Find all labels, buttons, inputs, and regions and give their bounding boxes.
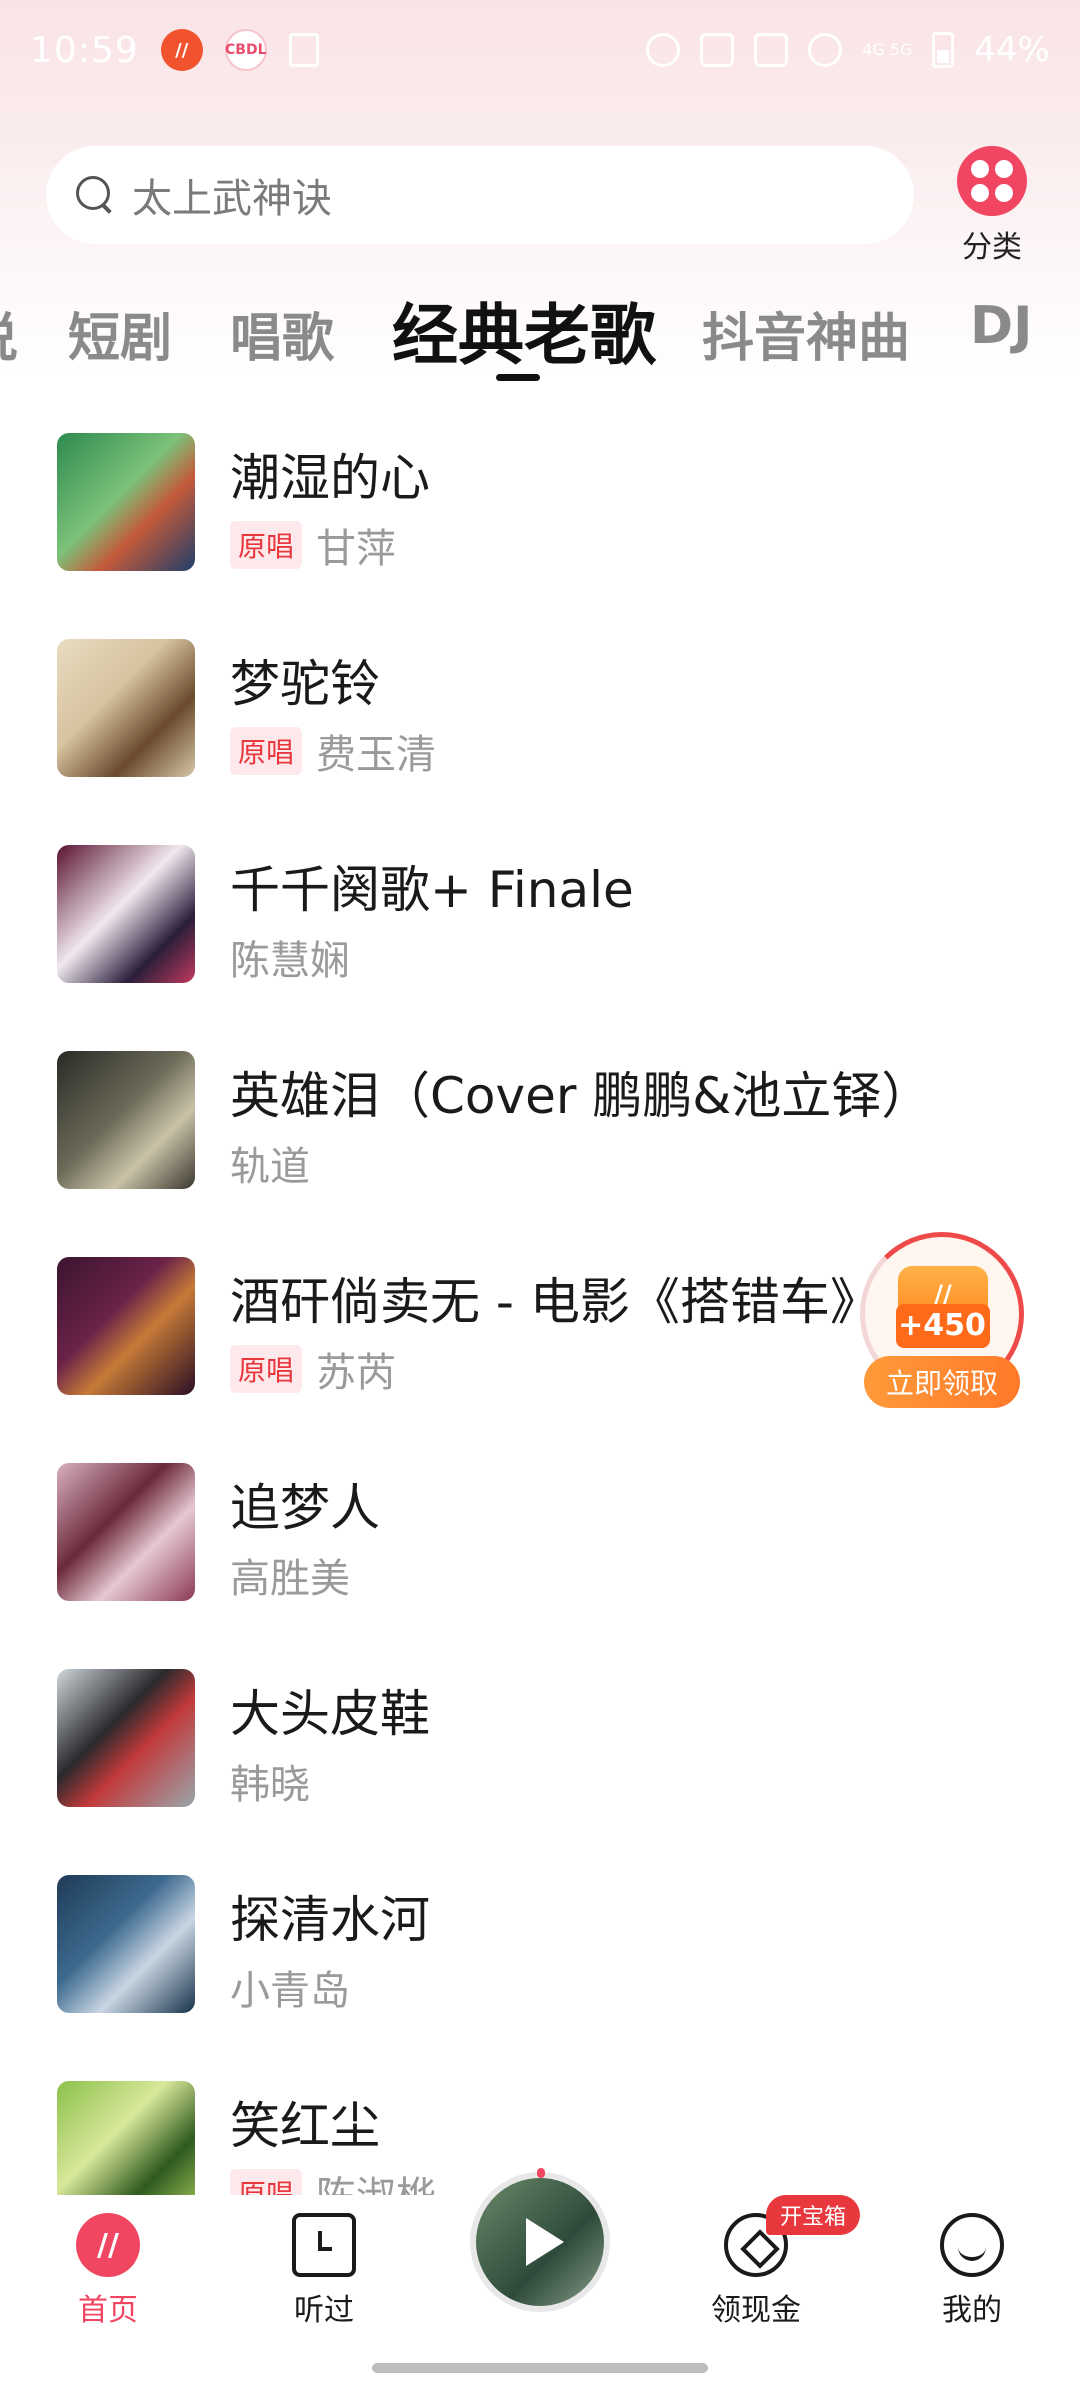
song-title: 千千阕歌+ Finale xyxy=(230,861,634,919)
nav-home[interactable]: // 首页 xyxy=(38,2213,178,2329)
song-meta: 原唱 陈淑桦 xyxy=(230,2164,436,2195)
reward-amount: +450 xyxy=(898,1308,986,1343)
search-input[interactable]: 太上武神诀 xyxy=(46,146,914,244)
song-meta: 原唱 费玉清 xyxy=(230,722,436,780)
tab-classic-oldies[interactable]: 经典老歌 xyxy=(392,282,656,378)
album-cover xyxy=(57,2081,195,2195)
network-type: 4G 5G xyxy=(862,40,913,59)
status-right: 4G 5G 44% xyxy=(646,30,1050,70)
nav-history[interactable]: 听过 xyxy=(254,2213,394,2329)
song-title: 大头皮鞋 xyxy=(230,1685,430,1743)
status-time: 10:59 xyxy=(30,29,139,71)
song-singer: 小青岛 xyxy=(230,1968,350,2014)
album-cover xyxy=(57,1875,195,2013)
home-icon: // xyxy=(76,2213,140,2277)
album-cover xyxy=(57,639,195,777)
tab-douyin-hits[interactable]: 抖音神曲 xyxy=(702,296,910,371)
song-title: 追梦人 xyxy=(230,1479,380,1537)
original-badge: 原唱 xyxy=(230,727,303,775)
song-row[interactable]: 梦驼铃 原唱 费玉清 xyxy=(0,606,1080,812)
tab-singing[interactable]: 唱歌 xyxy=(230,296,334,371)
alarm-icon xyxy=(646,33,681,67)
song-meta: 小青岛 xyxy=(230,1958,350,2016)
song-row[interactable]: 英雄泪（Cover 鹏鹏&池立铎） 轨道 xyxy=(0,1018,1080,1224)
tab-novel[interactable]: 说 xyxy=(0,296,18,371)
status-left: 10:59 // CBDL xyxy=(30,29,319,71)
song-row[interactable]: 大头皮鞋 韩晓 xyxy=(0,1636,1080,1842)
song-singer: 陈淑桦 xyxy=(316,2164,436,2195)
claim-reward-button[interactable]: 立即领取 xyxy=(864,1356,1020,1408)
song-meta: 原唱 甘萍 xyxy=(230,516,396,574)
song-singer: 陈慧娴 xyxy=(230,938,350,984)
reward-widget[interactable]: // +450 立即领取 xyxy=(856,1232,1028,1412)
song-singer: 轨道 xyxy=(230,1144,310,1190)
song-singer: 韩晓 xyxy=(230,1762,310,1808)
home-indicator[interactable] xyxy=(372,2363,708,2373)
battery-percent: 44% xyxy=(974,30,1050,70)
song-meta: 原唱 苏芮 xyxy=(230,1340,396,1398)
search-placeholder: 太上武神诀 xyxy=(132,176,332,222)
original-badge: 原唱 xyxy=(230,2169,303,2195)
song-title: 笑红尘 xyxy=(230,2097,380,2155)
category-button[interactable]: 分类 xyxy=(950,146,1034,266)
play-icon xyxy=(526,2218,564,2266)
shopping-bag-icon xyxy=(288,33,319,67)
song-meta: 韩晓 xyxy=(230,1752,310,1810)
calendar-clock-icon xyxy=(292,2213,356,2277)
album-cover xyxy=(57,1257,195,1395)
active-tab-indicator xyxy=(496,374,540,381)
cbdl-app-notification-icon: CBDL xyxy=(224,29,267,71)
nfc-icon xyxy=(754,33,789,67)
song-meta: 高胜美 xyxy=(230,1546,350,1604)
nav-history-label: 听过 xyxy=(294,2293,354,2328)
song-row[interactable]: 探清水河 小青岛 xyxy=(0,1842,1080,2048)
battery-icon xyxy=(932,32,955,68)
status-bar: 10:59 // CBDL 4G 5G 44% xyxy=(0,0,1080,100)
song-singer: 甘萍 xyxy=(316,526,397,572)
original-badge: 原唱 xyxy=(230,521,303,569)
search-icon xyxy=(76,176,114,214)
tab-short-drama[interactable]: 短剧 xyxy=(68,296,172,371)
song-singer: 苏芮 xyxy=(316,1350,397,1396)
song-row[interactable]: 潮湿的心 原唱 甘萍 xyxy=(0,400,1080,606)
song-title: 潮湿的心 xyxy=(230,449,430,507)
album-cover xyxy=(57,1051,195,1189)
song-row[interactable]: 追梦人 高胜美 xyxy=(0,1430,1080,1636)
wifi-icon xyxy=(808,33,843,67)
now-playing-button[interactable] xyxy=(470,2172,610,2312)
nav-home-label: 首页 xyxy=(78,2293,138,2328)
nav-cash-label: 领现金 xyxy=(711,2293,801,2328)
smile-icon xyxy=(940,2213,1004,2277)
song-singer: 费玉清 xyxy=(316,732,437,778)
treasure-box-badge: 开宝箱 xyxy=(766,2195,861,2235)
song-title: 梦驼铃 xyxy=(230,655,380,713)
song-title: 英雄泪（Cover 鹏鹏&池立铎） xyxy=(230,1067,932,1125)
music-app-notification-icon: // xyxy=(160,29,203,71)
category-label: 分类 xyxy=(962,230,1022,265)
nav-me[interactable]: 我的 xyxy=(902,2213,1042,2329)
tab-dj[interactable]: DJ xyxy=(970,296,1033,356)
album-cover xyxy=(57,433,195,571)
album-cover xyxy=(57,845,195,983)
song-singer: 高胜美 xyxy=(230,1556,350,1602)
song-title: 酒矸倘卖无 - 电影《搭错车》 xyxy=(230,1273,880,1331)
original-badge: 原唱 xyxy=(230,1345,303,1393)
song-row[interactable]: 千千阕歌+ Finale 陈慧娴 xyxy=(0,812,1080,1018)
nav-me-label: 我的 xyxy=(942,2293,1002,2328)
player-progress-indicator xyxy=(537,2168,545,2178)
key-icon xyxy=(700,33,735,67)
album-cover xyxy=(57,1669,195,1807)
song-title: 探清水河 xyxy=(230,1891,430,1949)
tab-bar: 说 短剧 唱歌 经典老歌 抖音神曲 DJ xyxy=(0,282,1080,382)
song-meta: 轨道 xyxy=(230,1134,310,1192)
album-cover xyxy=(57,1463,195,1601)
grid-icon xyxy=(957,146,1027,216)
song-meta: 陈慧娴 xyxy=(230,928,350,986)
